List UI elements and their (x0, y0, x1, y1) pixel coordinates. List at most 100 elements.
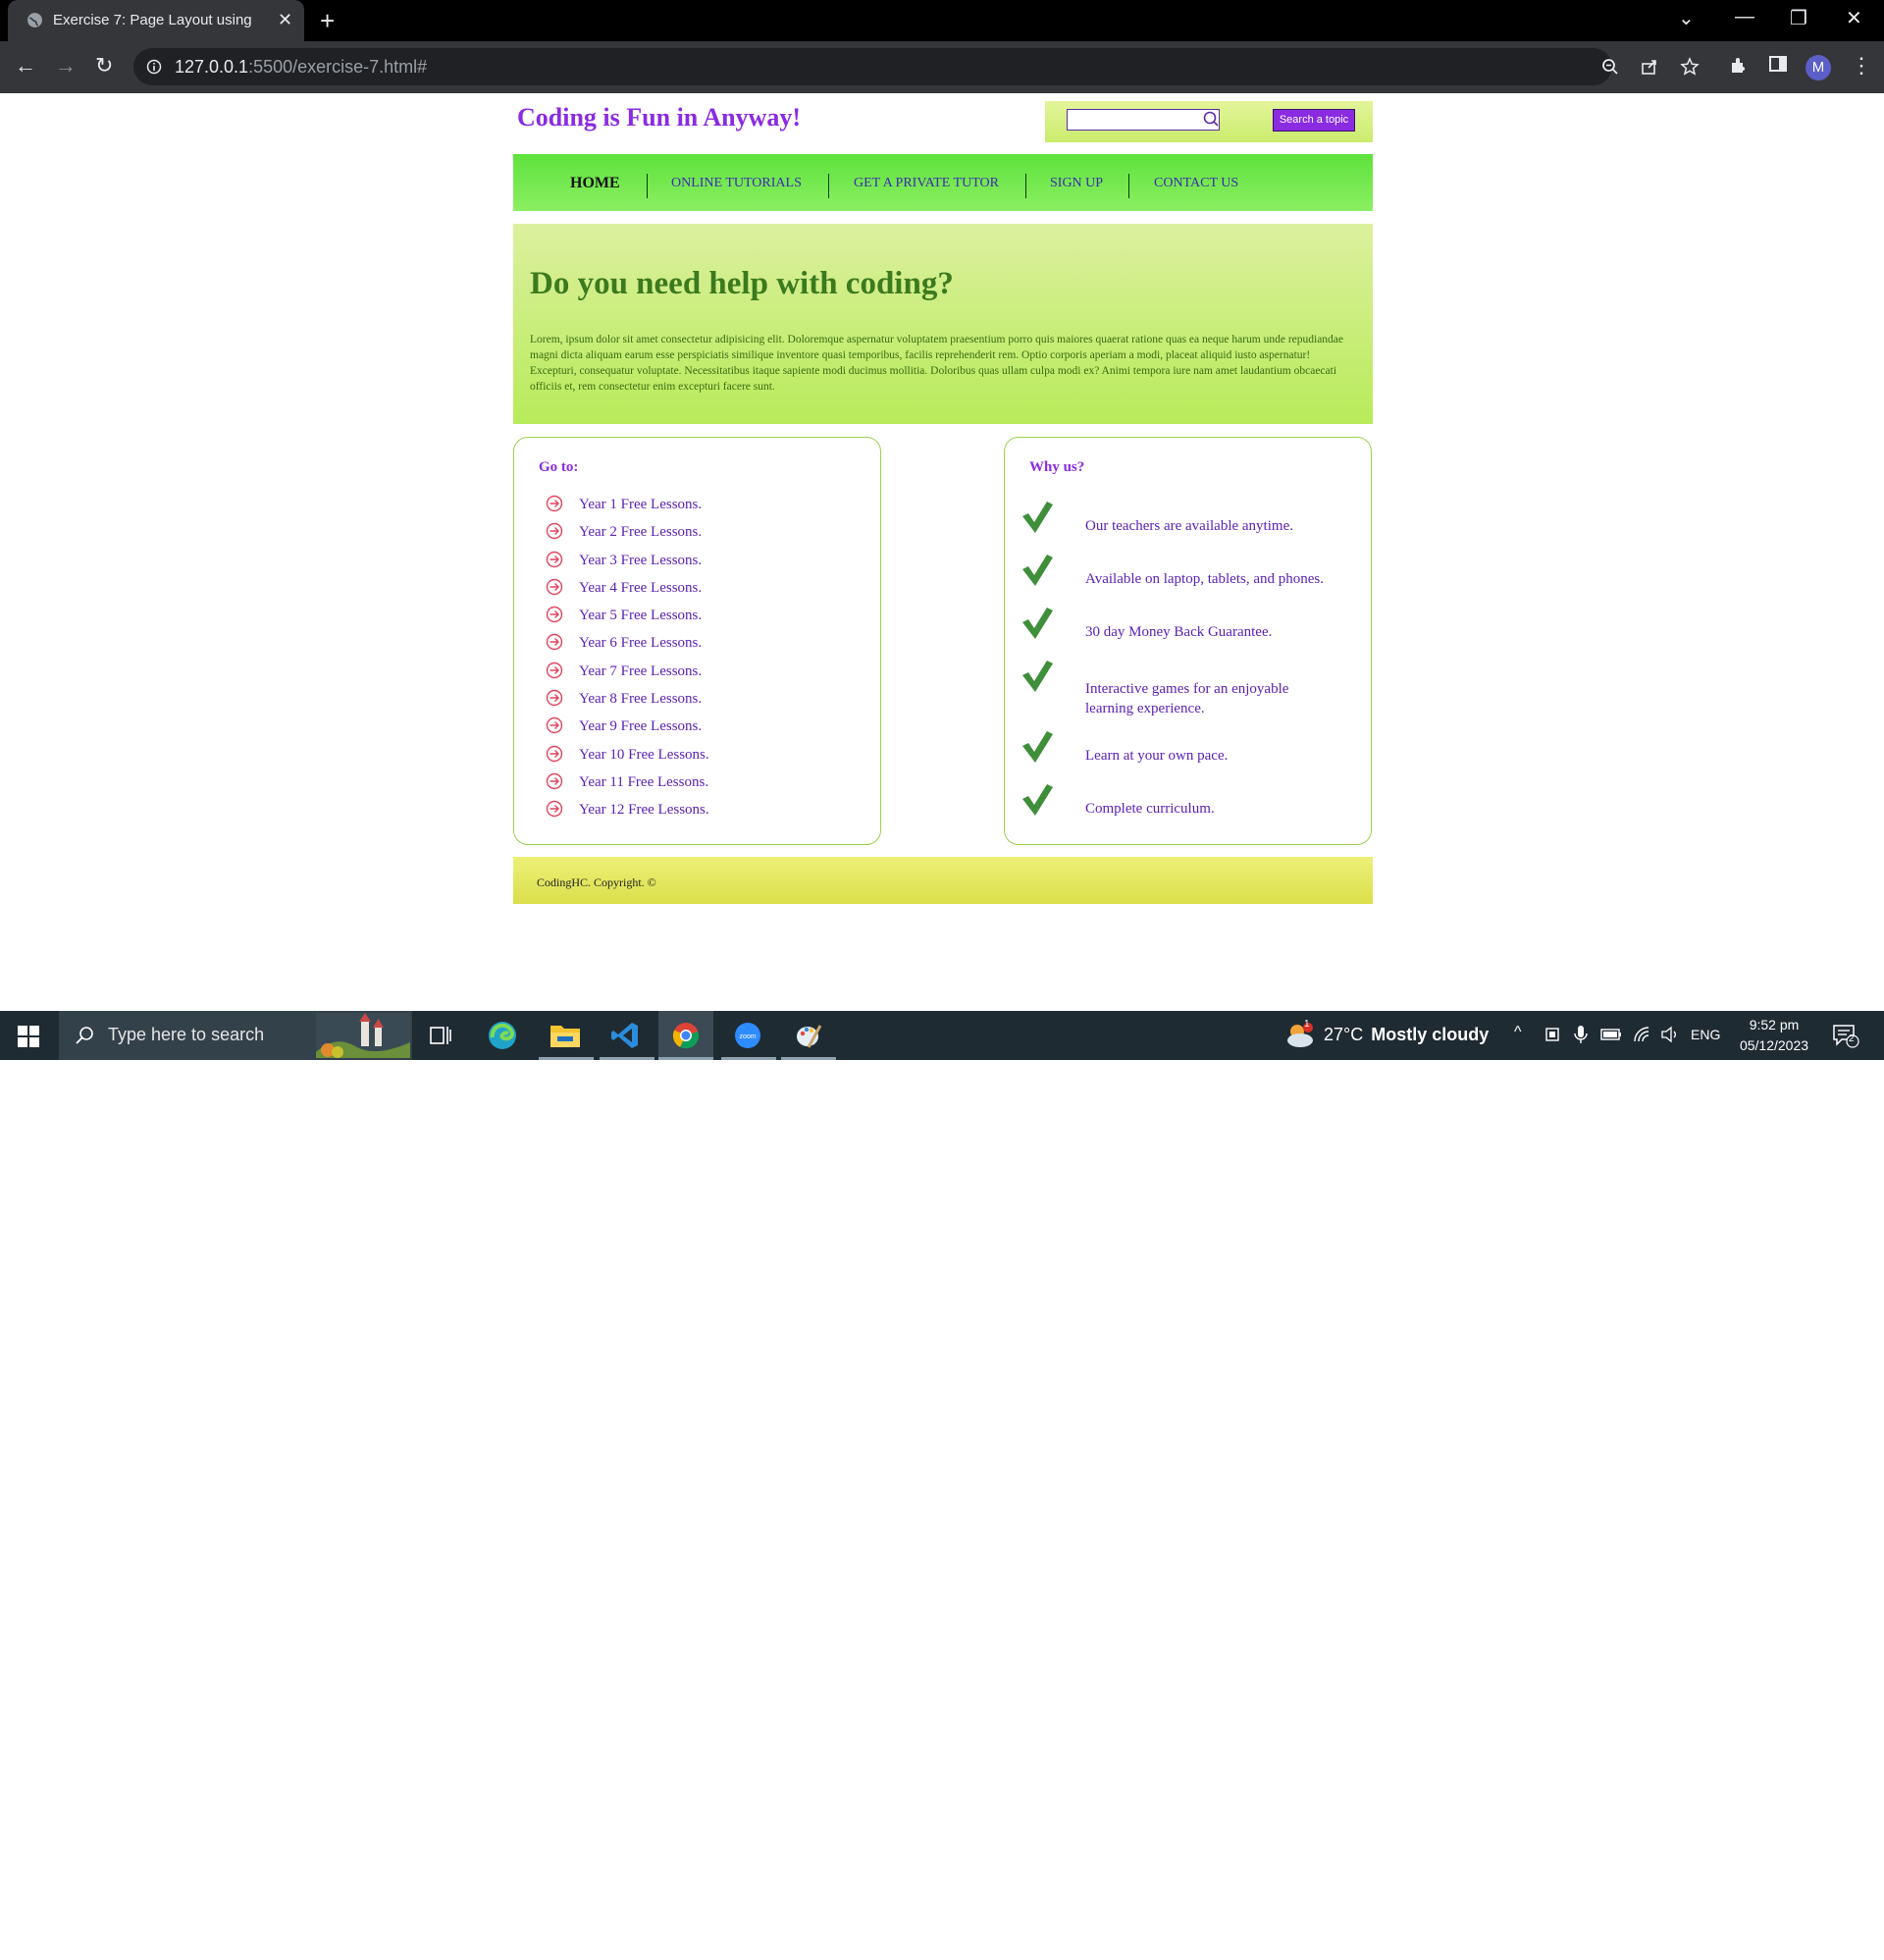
vscode-icon[interactable] (610, 1021, 640, 1050)
why-item-text: Our teachers are available anytime. (1085, 518, 1293, 534)
globe-icon (27, 13, 42, 27)
weather-temperature: 27°C (1324, 1025, 1364, 1044)
goto-link[interactable]: Year 7 Free Lessons. (579, 663, 702, 680)
goto-link[interactable]: Year 9 Free Lessons. (579, 718, 702, 735)
arrow-circle-right-icon (546, 689, 563, 707)
volume-icon[interactable] (1660, 1026, 1680, 1043)
reload-button[interactable]: ↻ (95, 53, 113, 79)
goto-link[interactable]: Year 1 Free Lessons. (579, 497, 702, 513)
chrome-running-indicator (658, 1057, 713, 1060)
notification-center-icon[interactable] (1832, 1023, 1859, 1048)
site-info-icon[interactable] (146, 59, 162, 75)
notification-count-badge: 2 (1849, 1033, 1855, 1044)
why-item-text: Complete curriculum. (1085, 801, 1215, 817)
zoom-app-icon[interactable]: zoom (734, 1022, 761, 1049)
browser-toolbar: ← → ↻ 127.0.0.1:5500/exercise-7.html# M … (0, 41, 1884, 93)
browser-tab-bar: Exercise 7: Page Layout using Di ✕ + ⌄ —… (0, 0, 1884, 41)
goto-heading: Go to: (539, 459, 579, 475)
extensions-icon[interactable] (1729, 55, 1749, 75)
url-path: :5500/exercise-7.html# (248, 57, 428, 77)
clock-time: 9:52 pm (1749, 1017, 1800, 1033)
search-input[interactable] (1067, 109, 1220, 131)
windows-start-icon[interactable] (18, 1026, 39, 1047)
bookmark-star-icon[interactable] (1680, 57, 1700, 77)
goto-link[interactable]: Year 5 Free Lessons. (579, 608, 702, 624)
goto-link[interactable]: Year 12 Free Lessons. (579, 802, 709, 819)
weather-alert-badge: 1 (1304, 1019, 1310, 1030)
edge-browser-icon[interactable] (487, 1020, 518, 1051)
explorer-running-indicator (539, 1057, 594, 1060)
goto-link[interactable]: Year 8 Free Lessons. (579, 691, 702, 708)
close-window-button[interactable]: ✕ (1846, 6, 1862, 30)
goto-panel: Go to: Year 1 Free Lessons. Year 2 Free L… (513, 437, 881, 845)
menu-kebab-icon[interactable]: ⋮ (1851, 53, 1872, 79)
why-heading: Why us? (1029, 459, 1085, 475)
search-icon (1203, 111, 1219, 127)
arrow-circle-right-icon (546, 717, 563, 734)
site-brand-title: Coding is Fun in Anyway! (517, 103, 801, 132)
restore-button[interactable]: ❐ (1790, 6, 1807, 30)
taskbar-clock[interactable]: 9:52 pm 05/12/2023 (1735, 1015, 1813, 1056)
url-text: 127.0.0.1:5500/exercise-7.html# (175, 57, 427, 78)
arrow-circle-right-icon (546, 606, 563, 623)
language-indicator[interactable]: ENG (1691, 1027, 1720, 1042)
zoom-icon[interactable] (1601, 58, 1619, 76)
arrow-circle-right-icon (546, 662, 563, 678)
tab-search-chevron-icon[interactable]: ⌄ (1678, 6, 1695, 30)
share-icon[interactable] (1641, 58, 1658, 76)
wifi-icon[interactable] (1633, 1026, 1652, 1043)
arrow-circle-right-icon (546, 745, 563, 762)
arrow-circle-right-icon (546, 551, 563, 567)
nav-divider (647, 174, 648, 198)
chrome-icon[interactable] (672, 1022, 700, 1049)
page-footer: CodingHC. Copyright. © (513, 857, 1373, 904)
taskbar-search-placeholder: Type here to search (108, 1025, 265, 1044)
meet-now-icon[interactable] (1544, 1026, 1560, 1043)
side-panel-icon[interactable] (1769, 55, 1787, 73)
goto-link[interactable]: Year 2 Free Lessons. (579, 524, 702, 541)
new-tab-button[interactable]: + (320, 6, 335, 36)
nav-home[interactable]: HOME (570, 175, 620, 192)
battery-icon[interactable] (1600, 1028, 1622, 1041)
nav-private-tutor[interactable]: GET A PRIVATE TUTOR (854, 176, 999, 191)
arrow-circle-right-icon (546, 801, 563, 818)
minimize-button[interactable]: — (1735, 6, 1754, 28)
checkmark-icon (1022, 784, 1053, 816)
weather-cloud-icon[interactable] (1284, 1022, 1316, 1049)
goto-link[interactable]: Year 10 Free Lessons. (579, 747, 709, 764)
paint-running-indicator (781, 1057, 836, 1060)
taskbar-search-box[interactable]: Type here to search (59, 1011, 412, 1060)
tab-title: Exercise 7: Page Layout using Di (53, 12, 255, 28)
weather-widget[interactable]: 27°C Mostly cloudy (1324, 1025, 1489, 1045)
tab-close-icon[interactable]: ✕ (278, 10, 292, 30)
search-topic-button[interactable]: Search a topic (1273, 109, 1355, 132)
profile-avatar[interactable]: M (1806, 55, 1831, 80)
file-explorer-icon[interactable] (550, 1022, 581, 1049)
microphone-icon[interactable] (1574, 1025, 1588, 1044)
forward-button[interactable]: → (55, 53, 77, 79)
main-navigation: HOME ONLINE TUTORIALS GET A PRIVATE TUTO… (513, 154, 1373, 211)
arrow-circle-right-icon (546, 495, 563, 512)
windows-taskbar: Type here to search zoom 1 27°C Mostly c… (0, 1011, 1884, 1060)
why-item-text: Interactive games for an enjoyable learn… (1085, 681, 1289, 716)
search-area: Search a topic (1045, 101, 1373, 142)
nav-contact-us[interactable]: CONTACT US (1154, 176, 1238, 191)
goto-link[interactable]: Year 6 Free Lessons. (579, 635, 702, 652)
hero-banner: Do you need help with coding? Lorem, ips… (513, 224, 1373, 424)
arrow-circle-right-icon (546, 523, 563, 540)
goto-link[interactable]: Year 11 Free Lessons. (579, 774, 708, 791)
goto-link[interactable]: Year 4 Free Lessons. (579, 580, 702, 597)
back-button[interactable]: ← (15, 53, 36, 79)
address-bar[interactable]: 127.0.0.1:5500/exercise-7.html# (133, 48, 1700, 85)
clock-date: 05/12/2023 (1739, 1037, 1809, 1053)
show-hidden-icons-chevron-icon[interactable]: ^ (1514, 1024, 1522, 1041)
task-view-icon[interactable] (429, 1025, 452, 1046)
paint-app-icon[interactable] (795, 1022, 822, 1049)
nav-sign-up[interactable]: SIGN UP (1050, 176, 1103, 191)
vscode-running-indicator (600, 1057, 654, 1060)
browser-tab[interactable]: Exercise 7: Page Layout using Di ✕ (8, 0, 304, 41)
zoom-running-indicator (721, 1057, 776, 1060)
goto-link[interactable]: Year 3 Free Lessons. (579, 553, 702, 569)
checkmark-icon (1022, 731, 1053, 763)
nav-online-tutorials[interactable]: ONLINE TUTORIALS (671, 176, 802, 191)
